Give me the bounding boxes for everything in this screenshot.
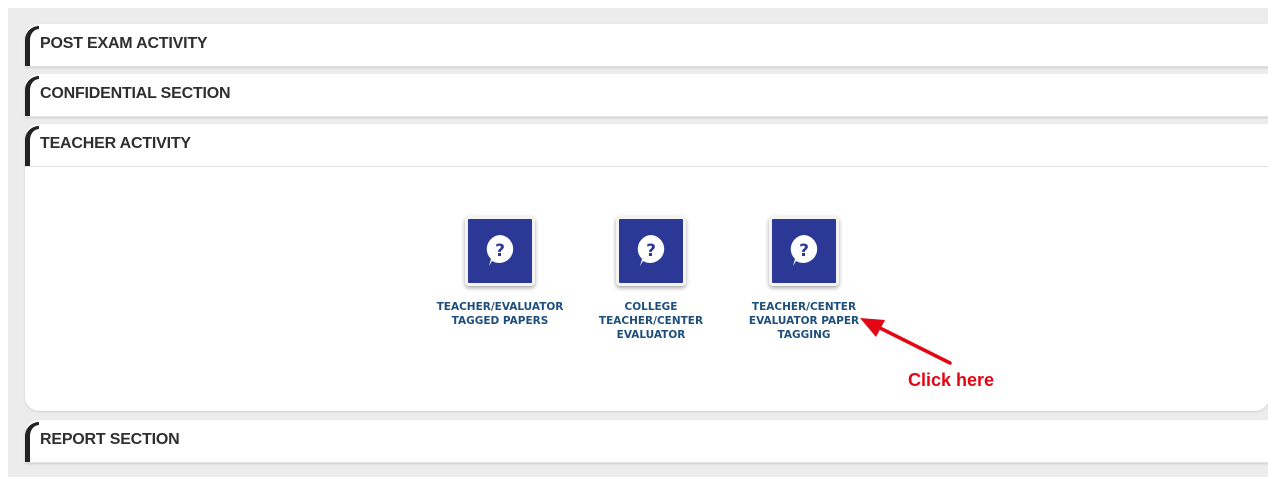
annotation-arrow	[860, 318, 952, 365]
accordion-container: POST EXAM ACTIVITY CONFIDENTIAL SECTION …	[8, 8, 1268, 477]
annotation-click-here: Click here	[908, 370, 995, 390]
